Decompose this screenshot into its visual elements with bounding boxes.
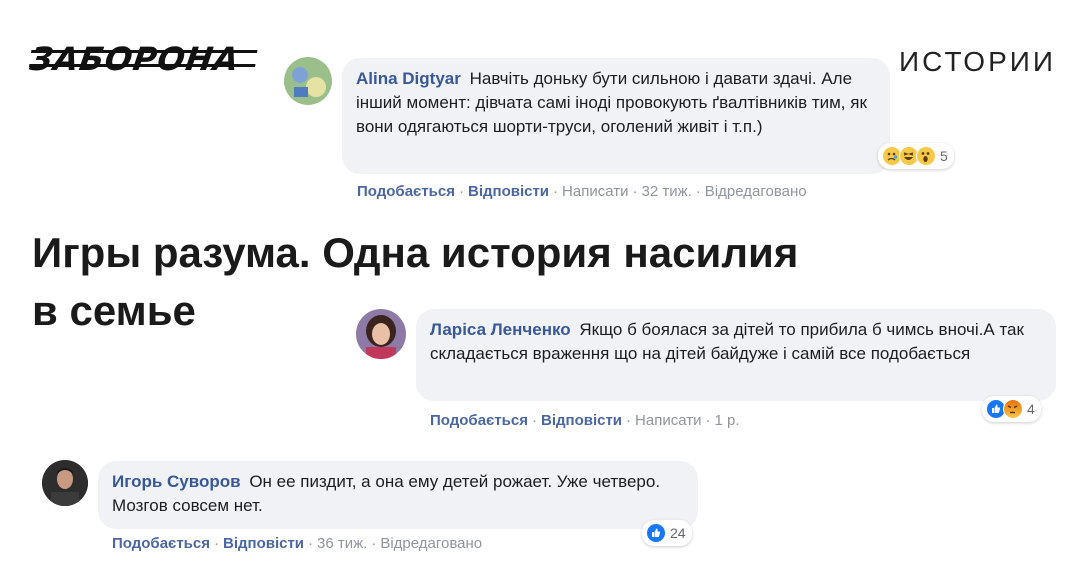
comment-author[interactable]: Ларіса Ленченко	[430, 320, 571, 339]
comment-actions: Подобається · Відповісти · 36 тиж. · Відредаго…	[112, 535, 483, 552]
title-line-1: Игры разума. Одна история насилия	[32, 229, 799, 276]
comment-bubble: Alina Digtyar Навчіть доньку бути сильно…	[342, 58, 890, 174]
comment-time[interactable]: 32 тиж.	[641, 183, 691, 200]
reply-link[interactable]: Відповісти	[223, 535, 304, 552]
wow-icon	[916, 146, 936, 166]
reply-link[interactable]: Відповісти	[541, 412, 622, 429]
comment-actions: Подобається · Відповісти · Написати · 32 тиж. ·…	[357, 183, 807, 200]
zaborona-logo[interactable]: ЗАБОРОНА	[27, 40, 259, 80]
avatar-image	[42, 460, 88, 506]
like-icon	[646, 523, 666, 543]
reply-link[interactable]: Відповісти	[468, 183, 549, 200]
reactions-summary[interactable]: 24	[642, 520, 692, 546]
message-link[interactable]: Написати	[635, 412, 701, 429]
like-link[interactable]: Подобається	[430, 412, 528, 429]
reaction-count: 5	[940, 148, 948, 164]
comment-bubble: Игорь Суворов Он ее пиздит, а она ему де…	[98, 461, 698, 529]
like-link[interactable]: Подобається	[112, 535, 210, 552]
comment-author[interactable]: Игорь Суворов	[112, 472, 241, 491]
avatar[interactable]	[42, 460, 88, 506]
comment-author[interactable]: Alina Digtyar	[356, 69, 461, 88]
reactions-summary[interactable]: 4	[982, 396, 1041, 422]
section-label[interactable]: ИСТОРИИ	[899, 46, 1056, 78]
reactions-summary[interactable]: 5	[878, 143, 954, 169]
message-link[interactable]: Написати	[562, 183, 628, 200]
avatar[interactable]	[284, 57, 332, 105]
reaction-count: 24	[670, 525, 686, 541]
edited-label[interactable]: Відредаговано	[705, 183, 807, 200]
comment-bubble: Ларіса Ленченко Якщо б боялася за дітей …	[416, 309, 1056, 401]
like-link[interactable]: Подобається	[357, 183, 455, 200]
edited-label[interactable]: Відредаговано	[380, 535, 482, 552]
comment-time[interactable]: 36 тиж.	[317, 535, 367, 552]
reaction-count: 4	[1027, 401, 1035, 417]
comment-actions: Подобається · Відповісти · Написати · 1 р.	[430, 412, 740, 429]
comment-time[interactable]: 1 р.	[714, 412, 739, 429]
avatar-image	[356, 309, 406, 359]
avatar-image	[284, 57, 332, 105]
logo-text: ЗАБОРОНА	[27, 40, 243, 78]
avatar[interactable]	[356, 309, 406, 359]
angry-icon	[1003, 399, 1023, 419]
